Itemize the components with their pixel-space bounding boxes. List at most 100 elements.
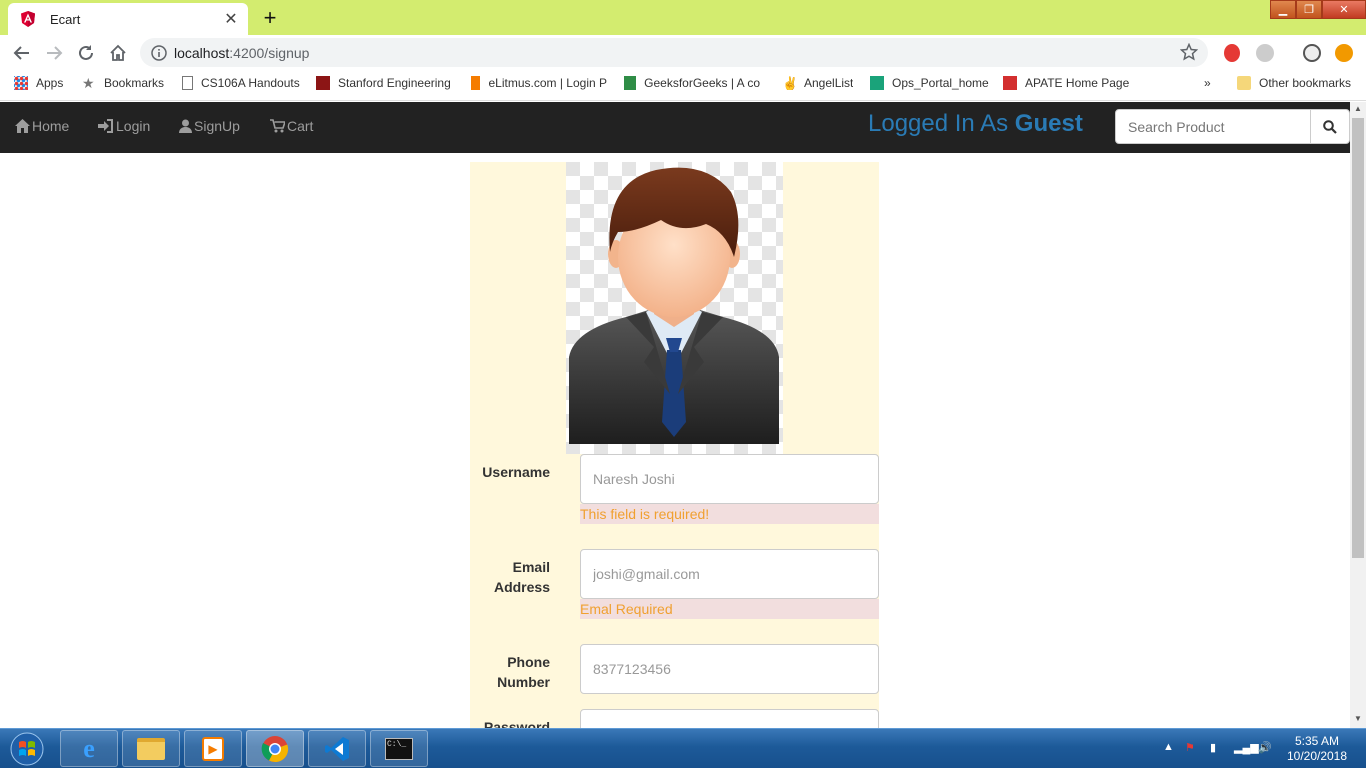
- forward-arrow-icon: [47, 46, 63, 60]
- bookmark-ops-portal[interactable]: Ops_Portal_home: [870, 76, 989, 90]
- password-label: Password: [483, 719, 550, 728]
- chrome-menu-alert-icon[interactable]: [1335, 44, 1353, 62]
- taskbar-media-player[interactable]: ▶: [184, 730, 242, 767]
- search-button[interactable]: [1310, 109, 1350, 144]
- bookmark-star-icon[interactable]: [1180, 43, 1198, 61]
- bookmark-bookmarks[interactable]: ★ Bookmarks: [82, 76, 164, 90]
- signup-page: Username This field is required! Email A…: [0, 153, 1350, 728]
- bookmarks-bar: Apps ★ Bookmarks CS106A Handouts Stanfor…: [0, 69, 1366, 101]
- taskbar-explorer[interactable]: [122, 730, 180, 767]
- network-icon[interactable]: ▂▄▆: [1234, 741, 1259, 754]
- scroll-down-icon[interactable]: ▼: [1354, 714, 1362, 723]
- close-window-button[interactable]: ✕: [1322, 0, 1366, 19]
- new-tab-button[interactable]: +: [260, 5, 280, 31]
- bookmark-elitmus[interactable]: eLitmus.com | Login P: [471, 76, 607, 90]
- tab-close-icon[interactable]: ✕: [220, 9, 242, 29]
- user-avatar-image: [566, 162, 783, 454]
- info-icon[interactable]: [150, 44, 168, 61]
- search-input[interactable]: [1115, 109, 1311, 144]
- login-icon: [98, 119, 113, 133]
- logged-in-status: Logged In As Guest: [868, 110, 1083, 137]
- user-icon: [179, 119, 192, 133]
- folder-icon: [137, 737, 165, 760]
- password-input[interactable]: [580, 709, 879, 728]
- chrome-icon: [261, 735, 289, 762]
- taskbar-clock[interactable]: 5:35 AM 10/20/2018: [1282, 734, 1352, 764]
- app-navbar: Home Login SignUp Cart Logged In As Gues…: [0, 102, 1350, 153]
- username-label: Username: [482, 464, 550, 480]
- page-scrollbar[interactable]: ▲ ▼: [1350, 102, 1366, 728]
- angellist-icon: ✌: [782, 76, 799, 90]
- bookmark-geeksforgeeks[interactable]: GeeksforGeeks | A co: [624, 76, 760, 90]
- ops-icon: [870, 76, 884, 90]
- browser-toolbar: localhost:4200/signup: [0, 35, 1366, 69]
- home-icon: [15, 119, 30, 133]
- scroll-up-icon[interactable]: ▲: [1354, 104, 1362, 113]
- opera-extension-icon[interactable]: [1224, 44, 1240, 62]
- taskbar-vscode[interactable]: [308, 730, 366, 767]
- vscode-icon: [325, 736, 349, 761]
- apate-icon: [1003, 76, 1017, 90]
- taskbar-cmd[interactable]: C:\_: [370, 730, 428, 767]
- star-icon: ★: [82, 76, 95, 90]
- stanford-icon: [316, 76, 330, 90]
- nav-login-link[interactable]: Login: [98, 118, 150, 134]
- email-label: Email Address: [493, 559, 550, 595]
- action-center-icon[interactable]: ⚑: [1185, 741, 1195, 754]
- nav-cart-link[interactable]: Cart: [270, 118, 313, 134]
- minimize-button[interactable]: ▁: [1270, 0, 1296, 19]
- bookmark-cs106a[interactable]: CS106A Handouts: [182, 76, 300, 90]
- soccer-extension-icon[interactable]: [1303, 44, 1321, 62]
- reload-icon: [79, 45, 93, 60]
- back-button[interactable]: [10, 41, 34, 65]
- angular-icon: [21, 11, 35, 27]
- elitmus-icon: [471, 76, 481, 90]
- start-button[interactable]: [4, 730, 50, 768]
- bookmark-apate[interactable]: APATE Home Page: [1003, 76, 1129, 90]
- nav-signup-link[interactable]: SignUp: [179, 118, 240, 134]
- username-input[interactable]: [580, 454, 879, 504]
- gfg-icon: [624, 76, 637, 90]
- username-error: This field is required!: [580, 504, 879, 524]
- bookmark-other[interactable]: Other bookmarks: [1237, 76, 1351, 90]
- power-icon[interactable]: ▮: [1210, 741, 1216, 754]
- reload-button[interactable]: [74, 41, 98, 65]
- media-player-icon: ▶: [202, 736, 224, 761]
- browser-titlebar: Ecart ✕ + ▁ ❐ ✕: [0, 0, 1366, 35]
- bookmarks-overflow-button[interactable]: »: [1204, 76, 1211, 90]
- email-error: Emal Required: [580, 599, 879, 619]
- phone-input[interactable]: [580, 644, 879, 694]
- home-icon: [110, 44, 126, 61]
- tray-overflow-icon[interactable]: ▲: [1163, 741, 1174, 753]
- folder-icon: [1237, 76, 1251, 90]
- browser-tab-ecart[interactable]: Ecart ✕: [8, 3, 248, 35]
- tab-title: Ecart: [50, 11, 81, 27]
- windows-logo-icon: [10, 732, 44, 766]
- back-arrow-icon: [13, 46, 29, 60]
- cart-icon: [270, 119, 285, 133]
- phone-label: Phone Number: [497, 654, 550, 690]
- window-controls: ▁ ❐ ✕: [1270, 0, 1366, 20]
- nav-home-link[interactable]: Home: [15, 118, 69, 134]
- volume-icon[interactable]: 🔊: [1258, 741, 1272, 754]
- email-input[interactable]: [580, 549, 879, 599]
- bookmark-apps[interactable]: Apps: [14, 76, 63, 90]
- extension-circle-icon[interactable]: [1256, 44, 1274, 62]
- apps-grid-icon: [14, 76, 28, 90]
- taskbar-chrome[interactable]: [246, 730, 304, 767]
- windows-taskbar: e ▶ C:\_ ▲ ⚑ ▮ ▂▄▆ 🔊 5:35 AM 10/20/2018: [0, 728, 1366, 768]
- bookmark-angellist[interactable]: ✌ AngelList: [782, 76, 853, 90]
- taskbar-ie[interactable]: e: [60, 730, 118, 767]
- bookmark-stanford[interactable]: Stanford Engineering: [316, 76, 452, 90]
- restore-button[interactable]: ❐: [1296, 0, 1322, 19]
- home-button[interactable]: [106, 41, 130, 65]
- command-prompt-icon: C:\_: [385, 737, 413, 760]
- scroll-thumb[interactable]: [1352, 118, 1364, 558]
- forward-button[interactable]: [42, 41, 66, 65]
- search-icon: [1323, 119, 1337, 134]
- url-text: localhost:4200/signup: [174, 44, 310, 61]
- logged-in-user: Guest: [1014, 110, 1083, 137]
- address-bar[interactable]: localhost:4200/signup: [140, 38, 1208, 67]
- internet-explorer-icon: e: [83, 733, 95, 763]
- page-icon: [182, 76, 193, 90]
